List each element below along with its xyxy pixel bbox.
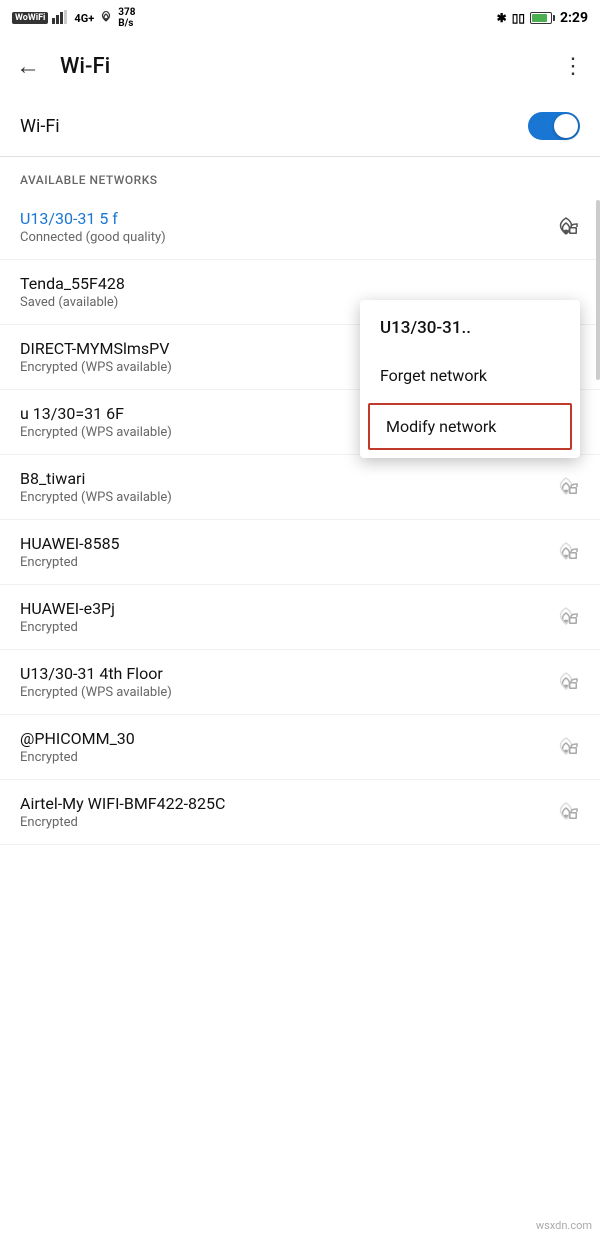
page-title: Wi-Fi — [60, 54, 562, 79]
wifi-lock-icon — [552, 801, 580, 823]
status-bar: WoWiFi 4G+ 378B/s ✱ ▯▯ — [0, 0, 600, 36]
more-options-button[interactable]: ⋮ — [562, 54, 584, 79]
wowifi-badge: WoWiFi — [12, 12, 48, 24]
app-bar: ← Wi-Fi ⋮ — [0, 36, 600, 96]
watermark: wsxdn.com — [536, 1219, 592, 1232]
status-right: ✱ ▯▯ 2:29 — [497, 10, 588, 26]
network-name: @PHICOMM_30 — [20, 729, 542, 748]
network-name: U13/30-31 5 f — [20, 209, 542, 228]
network-item[interactable]: U13/30-31 4th Floor Encrypted (WPS avail… — [0, 650, 600, 715]
forget-network-option[interactable]: Forget network — [360, 352, 580, 399]
wifi-toggle-row: Wi-Fi — [0, 96, 600, 157]
network-status: Encrypted — [20, 555, 542, 570]
network-status: Encrypted (WPS available) — [20, 490, 542, 505]
wifi-icon-container — [552, 606, 580, 628]
status-left: WoWiFi 4G+ 378B/s — [12, 7, 135, 29]
wifi-icon-container — [552, 541, 580, 563]
network-item[interactable]: Airtel-My WIFI-BMF422-825C Encrypted — [0, 780, 600, 845]
network-name: HUAWEI-e3Pj — [20, 599, 542, 618]
wifi-toggle-label: Wi-Fi — [20, 116, 60, 137]
network-info: U13/30-31 4th Floor Encrypted (WPS avail… — [20, 664, 542, 700]
network-info: @PHICOMM_30 Encrypted — [20, 729, 542, 765]
wifi-toggle-switch[interactable] — [528, 112, 580, 140]
network-status: Encrypted — [20, 620, 542, 635]
network-type: 4G+ — [74, 12, 94, 25]
wifi-lock-icon — [552, 476, 580, 498]
wifi-icon-container — [552, 801, 580, 823]
context-menu-title: U13/30-31.. — [360, 300, 580, 352]
network-name: Tenda_55F428 — [20, 274, 580, 293]
network-name: B8_tiwari — [20, 469, 542, 488]
network-item[interactable]: @PHICOMM_30 Encrypted — [0, 715, 600, 780]
wifi-lock-icon — [552, 606, 580, 628]
wifi-status-icon — [98, 11, 114, 26]
network-info: HUAWEI-e3Pj Encrypted — [20, 599, 542, 635]
time-display: 2:29 — [560, 10, 588, 26]
scrollbar[interactable] — [596, 200, 600, 380]
back-button[interactable]: ← — [16, 52, 40, 81]
network-name: HUAWEI-8585 — [20, 534, 542, 553]
network-item[interactable]: B8_tiwari Encrypted (WPS available) — [0, 455, 600, 520]
network-info: U13/30-31 5 f Connected (good quality) — [20, 209, 542, 245]
battery-indicator — [530, 11, 555, 25]
wifi-lock-icon — [552, 736, 580, 758]
network-status: Connected (good quality) — [20, 230, 542, 245]
available-networks-header: AVAILABLE NETWORKS — [0, 157, 600, 195]
network-status: Encrypted — [20, 750, 542, 765]
network-status: Encrypted (WPS available) — [20, 685, 542, 700]
wifi-icon-container — [552, 671, 580, 693]
wifi-lock-icon — [552, 541, 580, 563]
wifi-icon-container — [552, 216, 580, 238]
network-info: HUAWEI-8585 Encrypted — [20, 534, 542, 570]
network-item[interactable]: HUAWEI-8585 Encrypted — [0, 520, 600, 585]
wifi-icon-container — [552, 736, 580, 758]
vibrate-icon: ▯▯ — [512, 11, 525, 25]
network-info: B8_tiwari Encrypted (WPS available) — [20, 469, 542, 505]
network-status: Encrypted — [20, 815, 542, 830]
context-menu: U13/30-31.. Forget network Modify networ… — [360, 300, 580, 458]
network-item[interactable]: U13/30-31 5 f Connected (good quality) — [0, 195, 600, 260]
network-name: Airtel-My WIFI-BMF422-825C — [20, 794, 542, 813]
network-info: Airtel-My WIFI-BMF422-825C Encrypted — [20, 794, 542, 830]
network-name: U13/30-31 4th Floor — [20, 664, 542, 683]
network-item[interactable]: HUAWEI-e3Pj Encrypted — [0, 585, 600, 650]
wifi-lock-icon — [552, 216, 580, 238]
wifi-lock-icon — [552, 671, 580, 693]
wifi-icon-container — [552, 476, 580, 498]
modify-network-option[interactable]: Modify network — [368, 403, 572, 450]
bluetooth-icon: ✱ — [497, 11, 507, 25]
network-list: U13/30-31 5 f Connected (good quality) T… — [0, 195, 600, 845]
data-speed: 378B/s — [118, 7, 135, 29]
signal-strength — [52, 10, 70, 27]
